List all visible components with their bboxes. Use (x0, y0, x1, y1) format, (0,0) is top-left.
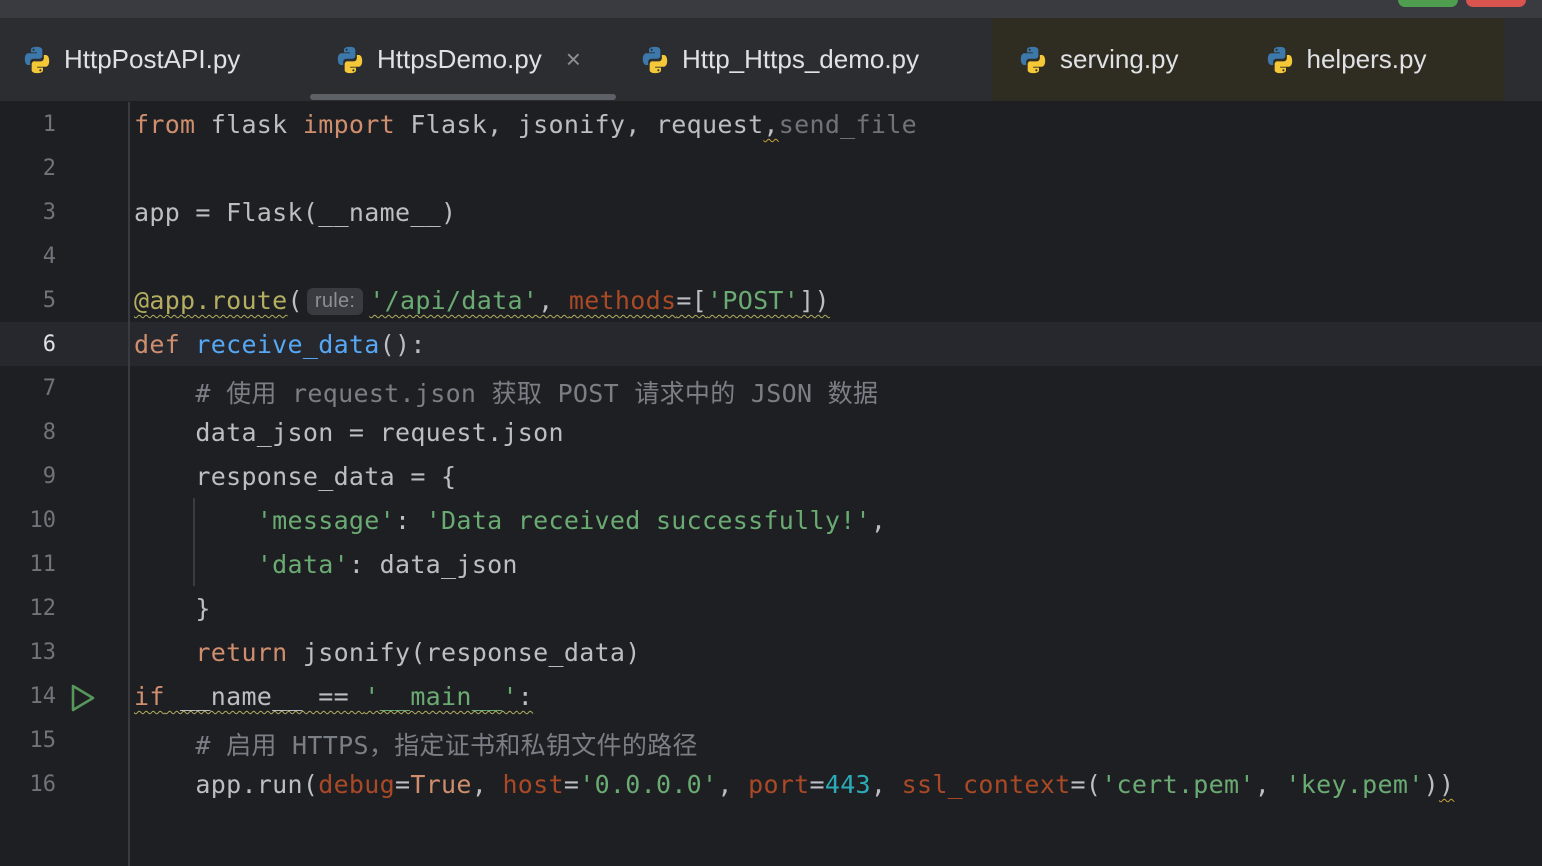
run-gutter-icon[interactable] (70, 684, 96, 712)
code-line[interactable]: 14 if __name__ == '__main__': (0, 676, 1542, 720)
tab-label: HttpsDemo.py (377, 44, 542, 74)
inlay-hint: rule: (306, 288, 364, 315)
tab-http-https-demo[interactable]: Http_Https_demo.py (640, 18, 919, 101)
code-text: 'message': 'Data received successfully!'… (256, 506, 887, 535)
tab-serving[interactable]: serving.py (1018, 44, 1179, 75)
line-number: 2 (42, 156, 56, 181)
code-line[interactable]: 13 return jsonify(response_data) (0, 632, 1542, 676)
tab-httppostapi[interactable]: HttpPostAPI.py (22, 18, 240, 101)
code-line[interactable]: 15 # 启用 HTTPS，指定证书和私钥文件的路径 (0, 720, 1542, 764)
line-number: 8 (42, 420, 56, 445)
code-line[interactable]: 16 app.run(debug=True, host='0.0.0.0', p… (0, 764, 1542, 808)
code-text: app = Flask(__name__) (134, 198, 457, 227)
title-bar (0, 0, 1542, 18)
line-number: 4 (42, 244, 56, 269)
line-number: 5 (42, 288, 56, 313)
line-number: 16 (29, 772, 57, 797)
code-text: from flask import Flask, jsonify, reques… (134, 110, 917, 139)
python-file-icon (642, 46, 668, 73)
python-file-icon (1267, 46, 1292, 73)
line-number: 12 (29, 596, 57, 621)
tab-helpers[interactable]: helpers.py (1265, 44, 1427, 75)
tab-label: serving.py (1060, 44, 1179, 74)
code-text: def receive_data(): (134, 330, 426, 359)
python-file-icon (1020, 46, 1046, 73)
tab-httpsdemo[interactable]: HttpsDemo.py × (335, 18, 581, 101)
line-number: 13 (29, 640, 57, 665)
code-text: 'data': data_json (256, 550, 518, 579)
code-line[interactable]: 3 app = Flask(__name__) (0, 192, 1542, 236)
code-line[interactable]: 2 (0, 148, 1542, 192)
code-line[interactable]: 6 def receive_data(): (0, 324, 1542, 368)
tab-label: HttpPostAPI.py (64, 44, 241, 74)
line-number: 1 (42, 112, 56, 137)
code-text: app.run(debug=True, host='0.0.0.0', port… (134, 770, 1455, 799)
code-text: response_data = { (134, 462, 457, 491)
line-number: 14 (29, 684, 57, 709)
line-number: 6 (42, 332, 56, 357)
code-line[interactable]: 10 'message': 'Data received successfull… (0, 500, 1542, 544)
window-button-green[interactable] (1398, 0, 1458, 7)
line-number: 7 (42, 376, 56, 401)
line-number: 15 (29, 728, 57, 753)
line-number: 3 (42, 200, 56, 225)
close-icon[interactable]: × (566, 44, 581, 75)
code-line[interactable]: 11 'data': data_json (0, 544, 1542, 588)
window-button-red[interactable] (1466, 0, 1526, 7)
editor-tab-bar: HttpPostAPI.py HttpsDemo.py × Http_Https… (0, 18, 1542, 102)
code-line[interactable]: 7 # 使用 request.json 获取 POST 请求中的 JSON 数据 (0, 368, 1542, 412)
code-text: if __name__ == '__main__': (134, 682, 534, 711)
code-line[interactable]: 8 data_json = request.json (0, 412, 1542, 456)
python-file-icon (337, 46, 363, 73)
code-text: } (134, 594, 211, 623)
code-line[interactable]: 4 (0, 236, 1542, 280)
line-number: 9 (42, 464, 56, 489)
code-text: data_json = request.json (134, 418, 564, 447)
code-line[interactable]: 1 from flask import Flask, jsonify, requ… (0, 104, 1542, 148)
code-text: # 使用 request.json 获取 POST 请求中的 JSON 数据 (195, 379, 879, 408)
line-number: 11 (29, 552, 57, 577)
python-file-icon (24, 46, 50, 73)
line-number: 10 (29, 508, 57, 533)
tab-label: helpers.py (1306, 44, 1427, 74)
tab-label: Http_Https_demo.py (682, 44, 920, 74)
code-text: @app.route(rule: '/api/data', methods=['P… (134, 286, 830, 315)
code-line[interactable]: 9 response_data = { (0, 456, 1542, 500)
tab-group-library: serving.py helpers.py (992, 18, 1504, 101)
code-text: return jsonify(response_data) (195, 638, 641, 667)
code-line[interactable]: 12 } (0, 588, 1542, 632)
code-text: # 启用 HTTPS，指定证书和私钥文件的路径 (195, 731, 698, 760)
code-line[interactable]: 5 @app.route(rule: '/api/data', methods=[… (0, 280, 1542, 324)
active-tab-indicator (310, 94, 616, 100)
